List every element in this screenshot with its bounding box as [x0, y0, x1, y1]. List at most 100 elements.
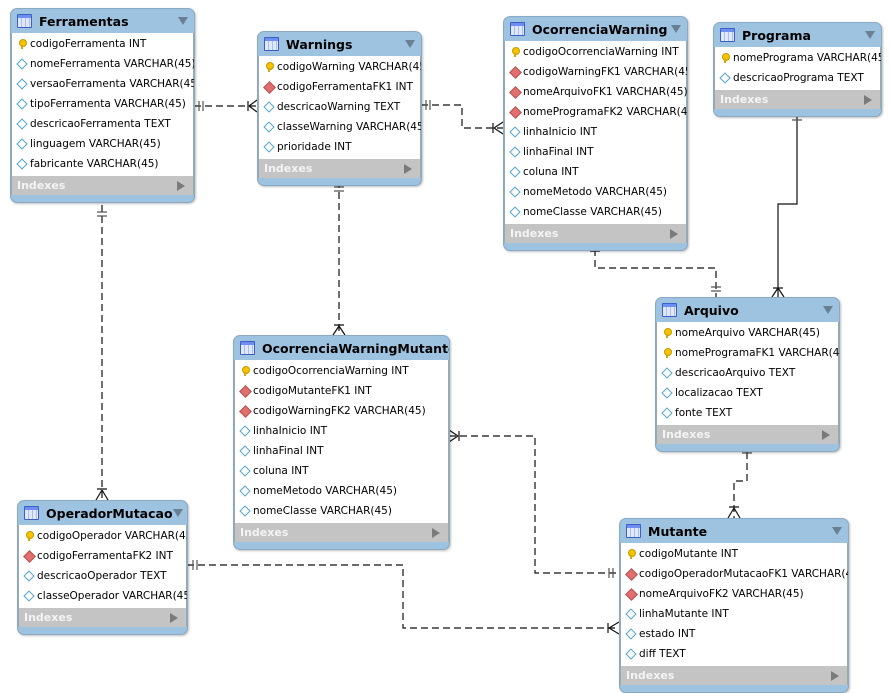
column-row[interactable]: descricaoArquivo TEXT: [657, 363, 838, 383]
relationship-ferramentas-operadormutacao[interactable]: [95, 205, 109, 501]
column-row[interactable]: nomeClasse VARCHAR(45): [505, 202, 686, 222]
column-row[interactable]: codigoWarningFK2 VARCHAR(45): [235, 401, 448, 421]
table-programa[interactable]: Programa nomePrograma VARCHAR(45) descrica…: [713, 22, 882, 117]
column-row[interactable]: fabricante VARCHAR(45): [12, 154, 193, 174]
collapse-toggle-icon[interactable]: [671, 25, 681, 33]
table-ocorrencia-warning-mutante[interactable]: OcorrenciaWarningMutante codigoOcorrencia…: [233, 335, 450, 550]
expand-arrow-icon[interactable]: [822, 429, 830, 440]
table-ocorrencia-warning[interactable]: OcorrenciaWarning codigoOcorrenciaWarning…: [503, 16, 688, 251]
indexes-section[interactable]: Indexes: [234, 523, 449, 542]
relationship-operadormutacao-mutante[interactable]: [187, 560, 620, 635]
column-row[interactable]: linhaFinal INT: [235, 441, 448, 461]
column-row[interactable]: linhaInicio INT: [235, 421, 448, 441]
collapse-toggle-icon[interactable]: [178, 17, 188, 25]
table-arquivo[interactable]: Arquivo nomeArquivo VARCHAR(45) nomeProgra…: [655, 297, 840, 452]
expand-arrow-icon[interactable]: [177, 180, 185, 191]
collapse-toggle-icon[interactable]: [832, 527, 842, 535]
column-row[interactable]: nomeArquivoFK1 VARCHAR(45): [505, 82, 687, 102]
relationship-arquivo-mutante[interactable]: [727, 441, 752, 519]
collapse-toggle-icon[interactable]: [405, 40, 415, 48]
column-row[interactable]: codigoFerramentaFK2 INT: [19, 546, 186, 566]
indexes-section[interactable]: Indexes: [656, 425, 839, 444]
column-row[interactable]: nomeProgramaFK1 VARCHAR(45): [657, 343, 839, 363]
expand-arrow-icon[interactable]: [670, 228, 678, 239]
column-list: nomePrograma VARCHAR(45) descricaoProgram…: [714, 47, 881, 90]
column-definition: codigoMutanteFK1 INT: [253, 385, 372, 397]
table-header[interactable]: Warnings: [258, 32, 421, 56]
attribute-icon: [264, 142, 274, 152]
column-row[interactable]: nomeArquivoFK2 VARCHAR(45): [621, 584, 847, 604]
collapse-toggle-icon[interactable]: [172, 509, 183, 517]
column-row[interactable]: tipoFerramenta VARCHAR(45): [12, 94, 193, 114]
column-row[interactable]: coluna INT: [505, 162, 686, 182]
indexes-section[interactable]: Indexes: [714, 90, 881, 109]
relationship-ferramentas-warnings[interactable]: [194, 99, 258, 113]
column-row[interactable]: estado INT: [621, 624, 847, 644]
column-row[interactable]: classeWarning VARCHAR(45): [259, 117, 421, 137]
column-definition: coluna INT: [253, 465, 309, 477]
column-row[interactable]: descricaoOperador TEXT: [19, 566, 186, 586]
attribute-icon: [510, 207, 520, 217]
table-mutante[interactable]: Mutante codigoMutante INT codigoOperadorMu…: [619, 518, 849, 693]
relationship-warnings-ocorrenciawarningmutante[interactable]: [332, 181, 346, 336]
column-row[interactable]: descricaoFerramenta TEXT: [12, 114, 193, 134]
expand-arrow-icon[interactable]: [831, 670, 839, 681]
indexes-section[interactable]: Indexes: [18, 608, 187, 627]
column-row[interactable]: linhaInicio INT: [505, 122, 686, 142]
column-row[interactable]: codigoOcorrenciaWarning INT: [235, 361, 448, 381]
attribute-icon: [24, 591, 34, 601]
relationship-warnings-ocorrenciawarning[interactable]: [421, 100, 504, 135]
relationship-mutante-ocorrenciawarningmutante[interactable]: [448, 429, 619, 578]
indexes-section[interactable]: Indexes: [258, 159, 421, 178]
table-header[interactable]: OcorrenciaWarningMutante: [234, 336, 449, 360]
column-row[interactable]: codigoFerramentaFK1 INT: [259, 77, 420, 97]
column-row[interactable]: nomeClasse VARCHAR(45): [235, 501, 448, 521]
indexes-section[interactable]: Indexes: [504, 224, 687, 243]
collapse-toggle-icon[interactable]: [865, 31, 875, 39]
column-row[interactable]: descricaoPrograma TEXT: [715, 68, 880, 88]
column-row[interactable]: codigoFerramenta INT: [12, 34, 193, 54]
expand-arrow-icon[interactable]: [404, 163, 412, 174]
column-row[interactable]: nomeMetodo VARCHAR(45): [505, 182, 686, 202]
column-row[interactable]: codigoOperadorMutacaoFK1 VARCHAR(45): [621, 564, 848, 584]
column-row[interactable]: linhaMutante INT: [621, 604, 847, 624]
column-row[interactable]: nomeProgramaFK2 VARCHAR(45): [505, 102, 687, 122]
column-row[interactable]: nomeMetodo VARCHAR(45): [235, 481, 448, 501]
collapse-toggle-icon[interactable]: [823, 306, 833, 314]
column-row[interactable]: codigoWarning VARCHAR(45): [259, 57, 421, 77]
column-row[interactable]: localizacao TEXT: [657, 383, 838, 403]
column-row[interactable]: fonte TEXT: [657, 403, 838, 423]
table-header[interactable]: Programa: [714, 23, 881, 47]
column-row[interactable]: codigoMutanteFK1 INT: [235, 381, 448, 401]
expand-arrow-icon[interactable]: [864, 94, 872, 105]
column-row[interactable]: linhaFinal INT: [505, 142, 686, 162]
column-row[interactable]: nomeArquivo VARCHAR(45): [657, 323, 838, 343]
column-row[interactable]: versaoFerramenta VARCHAR(45): [12, 74, 194, 94]
column-row[interactable]: codigoOperador VARCHAR(45): [19, 526, 187, 546]
indexes-section[interactable]: Indexes: [620, 666, 848, 685]
table-warnings[interactable]: Warnings codigoWarning VARCHAR(45) codigoF…: [257, 31, 422, 186]
column-row[interactable]: nomePrograma VARCHAR(45): [715, 48, 881, 68]
table-ferramentas[interactable]: Ferramentas codigoFerramenta INT nomeFerra…: [10, 8, 195, 203]
column-row[interactable]: linguagem VARCHAR(45): [12, 134, 193, 154]
indexes-section[interactable]: Indexes: [11, 176, 194, 195]
table-header[interactable]: OcorrenciaWarning: [504, 17, 687, 41]
table-header[interactable]: Ferramentas: [11, 9, 194, 33]
column-row[interactable]: coluna INT: [235, 461, 448, 481]
column-row[interactable]: codigoWarningFK1 VARCHAR(45): [505, 62, 687, 82]
column-row[interactable]: prioridade INT: [259, 137, 420, 157]
table-name: OcorrenciaWarning: [532, 21, 668, 37]
expand-arrow-icon[interactable]: [170, 612, 178, 623]
table-header[interactable]: OperadorMutacao: [18, 501, 187, 525]
column-row[interactable]: diff TEXT: [621, 644, 847, 664]
relationship-programa-arquivo[interactable]: [771, 110, 802, 298]
table-header[interactable]: Arquivo: [656, 298, 839, 322]
column-row[interactable]: codigoMutante INT: [621, 544, 847, 564]
column-row[interactable]: nomeFerramenta VARCHAR(45): [12, 54, 194, 74]
expand-arrow-icon[interactable]: [432, 527, 440, 538]
column-row[interactable]: codigoOcorrenciaWarning INT: [505, 42, 686, 62]
column-row[interactable]: descricaoWarning TEXT: [259, 97, 420, 117]
table-header[interactable]: Mutante: [620, 519, 848, 543]
column-row[interactable]: classeOperador VARCHAR(45): [19, 586, 187, 606]
table-operador-mutacao[interactable]: OperadorMutacao codigoOperador VARCHAR(45…: [17, 500, 188, 635]
